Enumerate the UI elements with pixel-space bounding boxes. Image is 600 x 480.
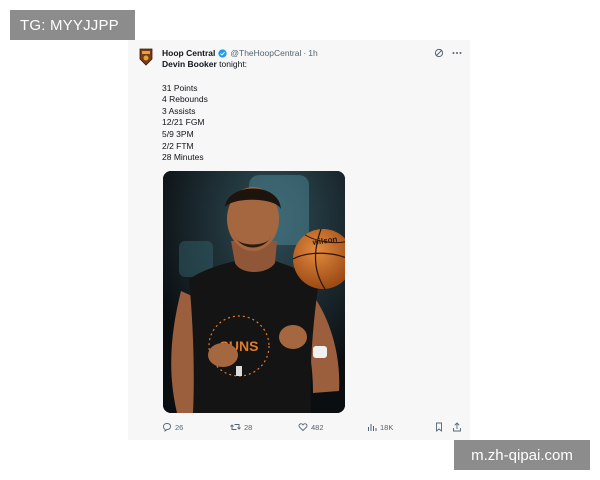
reply-button[interactable]: 26 <box>162 421 183 433</box>
display-name[interactable]: Hoop Central <box>162 48 215 58</box>
stat-line: 12/21 FGM <box>162 117 205 128</box>
reply-icon <box>163 423 171 432</box>
like-count: 482 <box>311 422 324 432</box>
repost-button[interactable]: 28 <box>230 421 252 433</box>
tweet-card[interactable]: Hoop Central @TheHoopCentral · 1h Devin … <box>128 40 470 440</box>
views-icon <box>368 424 377 431</box>
header-icons <box>434 46 462 60</box>
tweet-intro: Devin Booker tonight: <box>162 59 452 71</box>
share-button[interactable] <box>452 421 462 433</box>
stats-list: 31 Points 4 Rebounds 3 Assists 12/21 FGM… <box>162 83 452 164</box>
player-mention: Devin Booker <box>162 59 217 69</box>
tweet-actions: 26 28 482 18K <box>162 421 464 433</box>
watermark-bottom-right: m.zh-qipai.com <box>454 440 590 470</box>
avatar[interactable] <box>139 48 153 66</box>
tweet-header: Hoop Central @TheHoopCentral · 1h <box>162 46 462 60</box>
intro-rest: tonight: <box>216 59 248 69</box>
stat-line: 31 Points <box>162 82 198 93</box>
reply-count: 26 <box>175 422 184 432</box>
timestamp[interactable]: 1h <box>308 48 317 58</box>
views-button[interactable]: 18K <box>367 421 393 433</box>
watermark-top-left: TG: MYYJJPP <box>10 10 135 40</box>
separator-dot: · <box>303 48 307 58</box>
stat-line: 28 Minutes <box>162 152 204 163</box>
verified-badge-icon <box>218 48 228 58</box>
player-photo: SUNS wilson <box>163 171 345 413</box>
like-icon <box>298 423 308 432</box>
tweet-text: Devin Booker tonight: 31 Points 4 Reboun… <box>162 59 452 164</box>
grok-icon[interactable] <box>434 48 444 58</box>
handle[interactable]: @TheHoopCentral <box>230 48 301 58</box>
bookmark-button[interactable] <box>434 421 444 433</box>
stat-line: 2/2 FTM <box>162 140 194 151</box>
stat-line: 5/9 3PM <box>162 128 194 139</box>
more-icon[interactable] <box>452 48 462 58</box>
tweet-media-image[interactable]: SUNS wilson <box>163 171 345 413</box>
bookmark-icon <box>436 422 442 432</box>
views-count: 18K <box>380 422 394 432</box>
repost-count: 28 <box>244 422 253 432</box>
share-icon <box>453 422 461 432</box>
stat-line: 3 Assists <box>162 105 196 116</box>
like-button[interactable]: 482 <box>298 421 324 433</box>
repost-icon <box>230 424 241 430</box>
stat-line: 4 Rebounds <box>162 94 208 105</box>
